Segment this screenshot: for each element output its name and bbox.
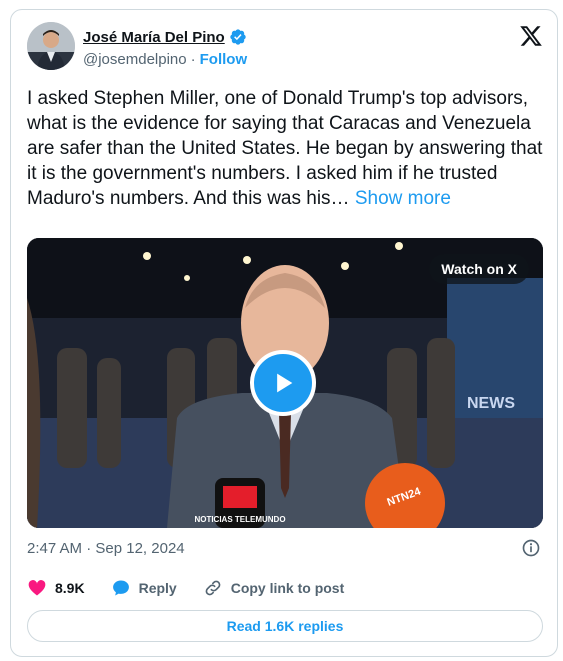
copy-link-button[interactable]: Copy link to post (203, 578, 345, 598)
tweet-date: Sep 12, 2024 (95, 540, 185, 557)
avatar[interactable] (27, 22, 75, 70)
play-button[interactable] (250, 350, 316, 416)
copy-link-label: Copy link to post (230, 580, 345, 596)
handle-row: @josemdelpino · Follow (83, 51, 247, 68)
play-icon (277, 373, 293, 393)
reply-button[interactable]: Reply (111, 578, 177, 598)
follow-button[interactable]: Follow (200, 51, 248, 68)
video-player[interactable]: NOTICIAS TELEMUNDO NTN24 NEWS Watch on X (27, 238, 543, 528)
mic-left-label: NOTICIAS TELEMUNDO (194, 515, 285, 524)
like-count: 8.9K (55, 580, 85, 596)
x-logo-icon[interactable] (519, 24, 543, 48)
action-bar: 8.9K Reply Copy link to post (27, 578, 344, 598)
show-more-link[interactable]: Show more (355, 188, 451, 209)
tweet-text: I asked Stephen Miller, one of Donald Tr… (27, 86, 543, 211)
author-handle[interactable]: @josemdelpino (83, 51, 187, 68)
tweet-body: I asked Stephen Miller, one of Donald Tr… (27, 88, 543, 209)
verified-badge-icon (230, 29, 246, 45)
author-name-row: José María Del Pino (83, 28, 247, 46)
tweet-card: José María Del Pino @josemdelpino · Foll… (10, 9, 558, 657)
like-button[interactable]: 8.9K (27, 578, 85, 598)
backdrop-news-label: NEWS (467, 395, 515, 412)
handle-separator: · (190, 51, 196, 68)
heart-icon (28, 580, 46, 596)
reply-label: Reply (138, 580, 177, 596)
tweet-time: 2:47 AM (27, 540, 83, 557)
info-icon[interactable] (521, 538, 541, 558)
reply-bubble-icon (112, 580, 129, 596)
timestamp[interactable]: 2:47 AM · Sep 12, 2024 (27, 540, 185, 557)
read-replies-button[interactable]: Read 1.6K replies (27, 610, 543, 642)
watch-on-x-button[interactable]: Watch on X (429, 254, 529, 284)
link-icon (205, 580, 221, 596)
timestamp-separator: · (86, 540, 92, 557)
author-name[interactable]: José María Del Pino (83, 29, 225, 46)
